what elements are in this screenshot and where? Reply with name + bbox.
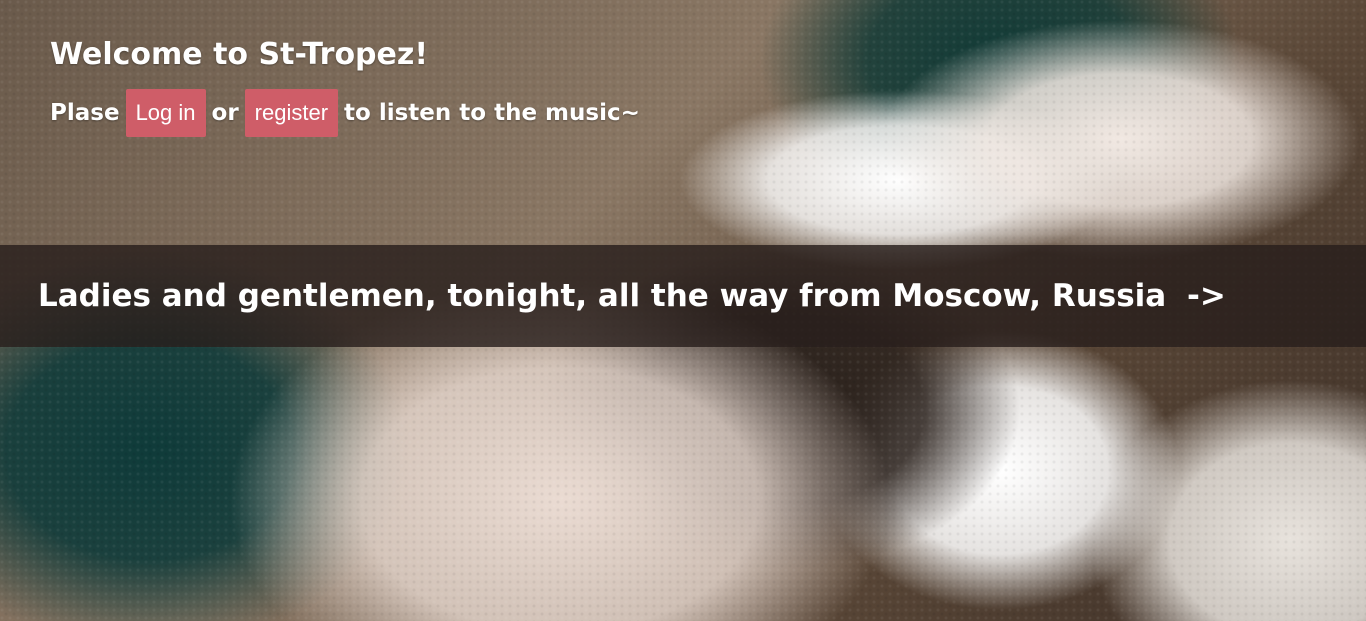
- banner-text-wrapper: Ladies and gentlemen, tonight, all the w…: [38, 276, 1226, 316]
- page-title: Welcome to St-Tropez!: [50, 37, 429, 72]
- register-button[interactable]: register: [244, 89, 339, 137]
- login-prompt-suffix: to listen to the music~: [344, 100, 640, 126]
- login-prompt-or: or: [211, 100, 239, 126]
- announcement-banner: Ladies and gentlemen, tonight, all the w…: [0, 245, 1366, 347]
- login-prompt-prefix: Plase: [50, 100, 120, 126]
- banner-text: Ladies and gentlemen, tonight, all the w…: [38, 278, 1167, 314]
- welcome-panel: Welcome to St-Tropez! Plase Log in or re…: [50, 33, 640, 137]
- login-prompt: Plase Log in or register to listen to th…: [50, 89, 640, 137]
- login-button[interactable]: Log in: [125, 89, 206, 137]
- arrow-icon: ->: [1187, 278, 1226, 314]
